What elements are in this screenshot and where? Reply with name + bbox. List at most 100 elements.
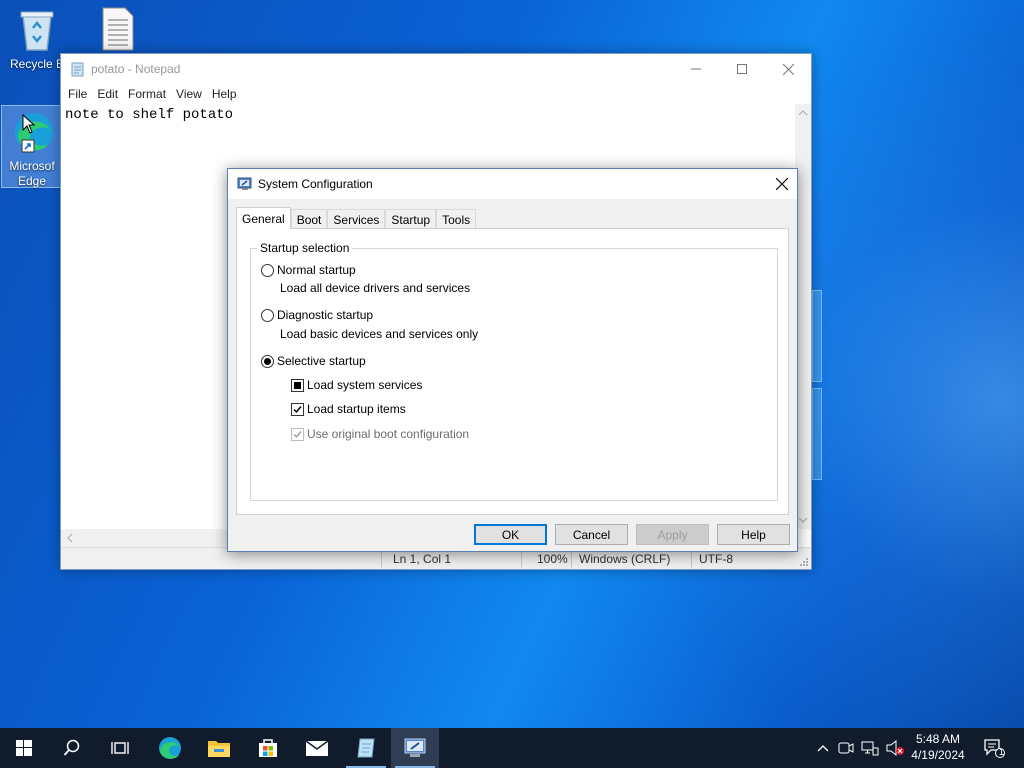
menu-view[interactable]: View (171, 87, 207, 101)
store-icon (259, 739, 277, 757)
ok-button[interactable]: OK (474, 524, 547, 545)
desktop-icon-text-file[interactable] (86, 6, 148, 55)
radio-icon (261, 263, 274, 277)
recycle-bin-icon (20, 11, 54, 51)
start-button[interactable] (0, 728, 48, 768)
selective-startup-radio[interactable]: Selective startup (261, 354, 366, 368)
clock-time: 5:48 AM (915, 732, 961, 746)
load-system-services-checkbox[interactable]: Load system services (291, 378, 422, 392)
checkbox-indeterminate-icon (291, 378, 304, 392)
radio-selected-icon (261, 354, 274, 368)
taskbar-edge[interactable] (146, 728, 194, 768)
camera-icon (838, 742, 854, 754)
status-separator (571, 550, 572, 568)
normal-startup-label: Normal startup (277, 263, 356, 277)
tab-boot[interactable]: Boot (290, 209, 328, 229)
clock-date: 4/19/2024 (911, 748, 965, 762)
normal-startup-desc: Load all device drivers and services (280, 281, 471, 295)
menu-edit[interactable]: Edit (92, 87, 123, 101)
taskbar-store[interactable] (244, 728, 292, 768)
show-hidden-icons-button[interactable] (813, 728, 833, 768)
msconfig-app-icon (237, 177, 252, 190)
menu-format[interactable]: Format (123, 87, 171, 101)
load-startup-items-checkbox[interactable]: Load startup items (291, 402, 406, 416)
group-title: Startup selection (257, 241, 353, 255)
text-file-icon (102, 7, 134, 51)
scroll-left-icon (67, 533, 73, 543)
tab-tools[interactable]: Tools (436, 209, 477, 229)
scroll-up-icon (798, 110, 808, 116)
desktop-icon-label: Edge (17, 174, 47, 188)
start-icon (16, 740, 32, 756)
status-encoding: UTF-8 (699, 552, 733, 566)
system-configuration-dialog[interactable]: System Configuration General Boot Servic… (227, 168, 798, 552)
notepad-icon (357, 738, 375, 758)
taskbar-notepad[interactable] (342, 728, 390, 768)
msconfig-icon (404, 738, 426, 757)
taskbar-msconfig[interactable] (391, 728, 439, 768)
status-line-ending: Windows (CRLF) (579, 552, 671, 566)
desktop-icon-label: Microsof (9, 159, 55, 173)
wallpaper-pane (812, 388, 822, 480)
use-original-boot-config-checkbox[interactable]: Use original boot configuration (291, 427, 469, 441)
notepad-titlebar[interactable]: potato - Notepad (61, 54, 811, 84)
notification-count: 1 (999, 747, 1005, 757)
startup-selection-group: Startup selection Normal startup Load al… (250, 241, 778, 501)
menu-help[interactable]: Help (207, 87, 242, 101)
radio-icon (261, 308, 274, 322)
search-button[interactable] (48, 728, 96, 768)
diagnostic-startup-radio[interactable]: Diagnostic startup (261, 308, 373, 322)
menu-file[interactable]: File (63, 87, 92, 101)
tray-network[interactable] (859, 728, 881, 768)
load-startup-items-label: Load startup items (307, 402, 406, 416)
dialog-title: System Configuration (258, 177, 373, 191)
notepad-app-icon (71, 62, 84, 77)
task-view-icon (111, 742, 129, 754)
taskbar: 5:48 AM 4/19/2024 1 (0, 728, 1024, 768)
network-icon (861, 741, 879, 756)
normal-startup-radio[interactable]: Normal startup (261, 263, 356, 277)
chevron-up-icon (817, 745, 829, 752)
maximize-icon (737, 64, 747, 74)
dialog-close-button[interactable] (767, 169, 797, 199)
apply-button[interactable]: Apply (636, 524, 709, 545)
status-separator (691, 550, 692, 568)
tab-services[interactable]: Services (327, 209, 386, 229)
tab-startup[interactable]: Startup (385, 209, 437, 229)
minimize-icon (691, 68, 701, 70)
tab-strip: General Boot Services Startup Tools (236, 207, 477, 229)
help-button[interactable]: Help (717, 524, 790, 545)
status-separator (521, 550, 522, 568)
use-original-boot-config-label: Use original boot configuration (307, 427, 470, 441)
checkbox-checked-icon (291, 402, 304, 416)
notepad-menubar: File Edit Format View Help (61, 84, 811, 104)
taskbar-mail[interactable] (293, 728, 341, 768)
diagnostic-startup-desc: Load basic devices and services only (280, 327, 479, 341)
maximize-button[interactable] (719, 54, 765, 84)
taskbar-file-explorer[interactable] (195, 728, 243, 768)
minimize-button[interactable] (673, 54, 719, 84)
general-tab-page: Startup selection Normal startup Load al… (236, 228, 789, 515)
file-explorer-icon (208, 741, 230, 757)
load-system-services-label: Load system services (307, 378, 423, 392)
resize-grip-icon[interactable] (797, 555, 809, 567)
taskbar-clock[interactable]: 5:48 AM 4/19/2024 (900, 731, 976, 763)
wallpaper-pane (812, 290, 822, 382)
mouse-cursor-icon (22, 114, 36, 134)
close-button[interactable] (765, 54, 811, 84)
close-icon (776, 178, 788, 190)
status-position: Ln 1, Col 1 (393, 552, 452, 566)
tray-meet-now[interactable] (836, 728, 856, 768)
tab-general[interactable]: General (236, 207, 291, 229)
desktop-icon-label: Recycle B (9, 57, 65, 71)
task-view-button[interactable] (96, 728, 144, 768)
checkbox-checked-disabled-icon (291, 427, 304, 441)
dialog-titlebar[interactable]: System Configuration (228, 169, 797, 199)
desktop-icon-recycle-bin[interactable]: Recycle B (6, 6, 68, 72)
action-center-button[interactable]: 1 (980, 728, 1008, 768)
notepad-title: potato - Notepad (91, 62, 181, 76)
search-icon (63, 739, 80, 756)
close-icon (782, 63, 794, 75)
cancel-button[interactable]: Cancel (555, 524, 628, 545)
status-zoom: 100% (537, 552, 568, 566)
